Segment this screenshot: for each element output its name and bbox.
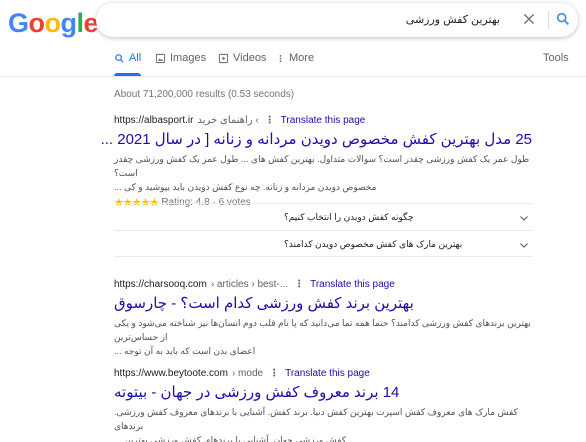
- chevron-down-icon: [520, 216, 528, 221]
- tab-label: Images: [170, 52, 207, 64]
- search-icon: [115, 53, 124, 63]
- tools-label: Tools: [543, 52, 569, 64]
- result-snippet: کفش مارک های معروف کفش اسپرت بهترین کفش …: [114, 405, 532, 442]
- result-cite: https://www.beytoote.com › mode ⋮ Transl…: [114, 368, 532, 379]
- search-result: https://albasport.ir › راهنمای خرید ⋮ Tr…: [101, 115, 532, 209]
- result-stats: About 71,200,000 results (0.53 seconds): [114, 89, 295, 100]
- logo-letter: o: [28, 8, 46, 38]
- result-path: › articles › best-...: [210, 279, 289, 290]
- header-divider: [0, 76, 586, 77]
- result-title[interactable]: بهترین برند کفش ورزشی کدام است؟ - چارسوق: [114, 294, 532, 313]
- result-cite: https://charsooq.com › articles › best-.…: [114, 279, 532, 290]
- snippet-line: اعضای بدن است که باید به آن توجه ...: [114, 346, 256, 356]
- tab-more[interactable]: More: [276, 52, 314, 64]
- more-vert-icon: [279, 54, 282, 62]
- faq-row[interactable]: بهترین مارک های کفش مخصوص دویدن کدامند؟: [114, 230, 532, 257]
- translate-link[interactable]: Translate this page: [281, 115, 366, 126]
- snippet-line: مخصوص دویدن مردانه و زنانه. چه نوع کفش د…: [114, 182, 377, 192]
- tab-label: More: [289, 52, 315, 64]
- search-box[interactable]: بهترین کفش ورزشی: [96, 3, 578, 37]
- close-icon[interactable]: [521, 11, 537, 27]
- result-url[interactable]: https://albasport.ir: [114, 115, 193, 126]
- more-vert-icon[interactable]: ⋮: [269, 368, 279, 379]
- result-url[interactable]: https://charsooq.com: [114, 279, 207, 290]
- logo-letter: g: [60, 8, 78, 38]
- tab-label: Videos: [233, 52, 267, 64]
- tools-button[interactable]: Tools: [543, 52, 569, 64]
- result-path: › mode: [231, 368, 264, 379]
- snippet-line: بهترین برندهای کفش ورزشی کدامند؟ حتما هم…: [114, 318, 531, 342]
- faq-question: چگونه کفش دویدن را انتخاب کنیم؟: [284, 212, 414, 222]
- translate-link[interactable]: Translate this page: [285, 368, 370, 379]
- snippet-line: کفش ورزشی جهان. آشنایی با برندهای کفش ور…: [114, 435, 347, 442]
- result-snippet: بهترین برندهای کفش ورزشی کدامند؟ حتما هم…: [114, 316, 532, 358]
- tab-all[interactable]: All: [114, 52, 141, 64]
- google-logo[interactable]: Google: [8, 8, 99, 39]
- tab-images[interactable]: Images: [155, 52, 206, 64]
- video-icon: [218, 53, 229, 63]
- result-cite: https://albasport.ir › راهنمای خرید ⋮ Tr…: [114, 115, 532, 126]
- search-result: https://www.beytoote.com › mode ⋮ Transl…: [114, 368, 532, 442]
- snippet-line: طول عمر یک کفش ورزشی چقدر است؟ سوالات مت…: [114, 154, 530, 178]
- tab-videos[interactable]: Videos: [218, 52, 266, 64]
- result-title[interactable]: 14 برند معروف کفش ورزشی در جهان - بیتوته: [114, 383, 532, 402]
- result-url[interactable]: https://www.beytoote.com: [114, 368, 228, 379]
- logo-letter: l: [76, 8, 85, 38]
- more-vert-icon[interactable]: ⋮: [294, 279, 304, 290]
- result-title[interactable]: 25 مدل بهترین کفش مخصوص دویدن مردانه و ز…: [101, 130, 532, 149]
- faq-question: بهترین مارک های کفش مخصوص دویدن کدامند؟: [284, 239, 463, 249]
- search-result: https://charsooq.com › articles › best-.…: [114, 279, 532, 358]
- faq-row[interactable]: چگونه کفش دویدن را انتخاب کنیم؟: [114, 203, 532, 230]
- search-tabs: All Images Videos More Tools: [0, 52, 586, 74]
- more-vert-icon[interactable]: ⋮: [265, 115, 275, 126]
- logo-letter: o: [44, 8, 62, 38]
- snippet-line: کفش مارک های معروف کفش اسپرت بهترین کفش …: [114, 407, 518, 431]
- search-input[interactable]: بهترین کفش ورزشی: [406, 13, 500, 26]
- image-icon: [155, 53, 166, 63]
- tab-label: All: [129, 52, 142, 64]
- result-path: › راهنمای خرید: [197, 115, 259, 126]
- search-divider: [548, 11, 549, 29]
- search-icon[interactable]: [555, 11, 571, 27]
- result-snippet: طول عمر یک کفش ورزشی چقدر است؟ سوالات مت…: [114, 152, 532, 194]
- translate-link[interactable]: Translate this page: [310, 279, 395, 290]
- logo-letter: G: [8, 8, 29, 38]
- chevron-down-icon: [520, 243, 528, 248]
